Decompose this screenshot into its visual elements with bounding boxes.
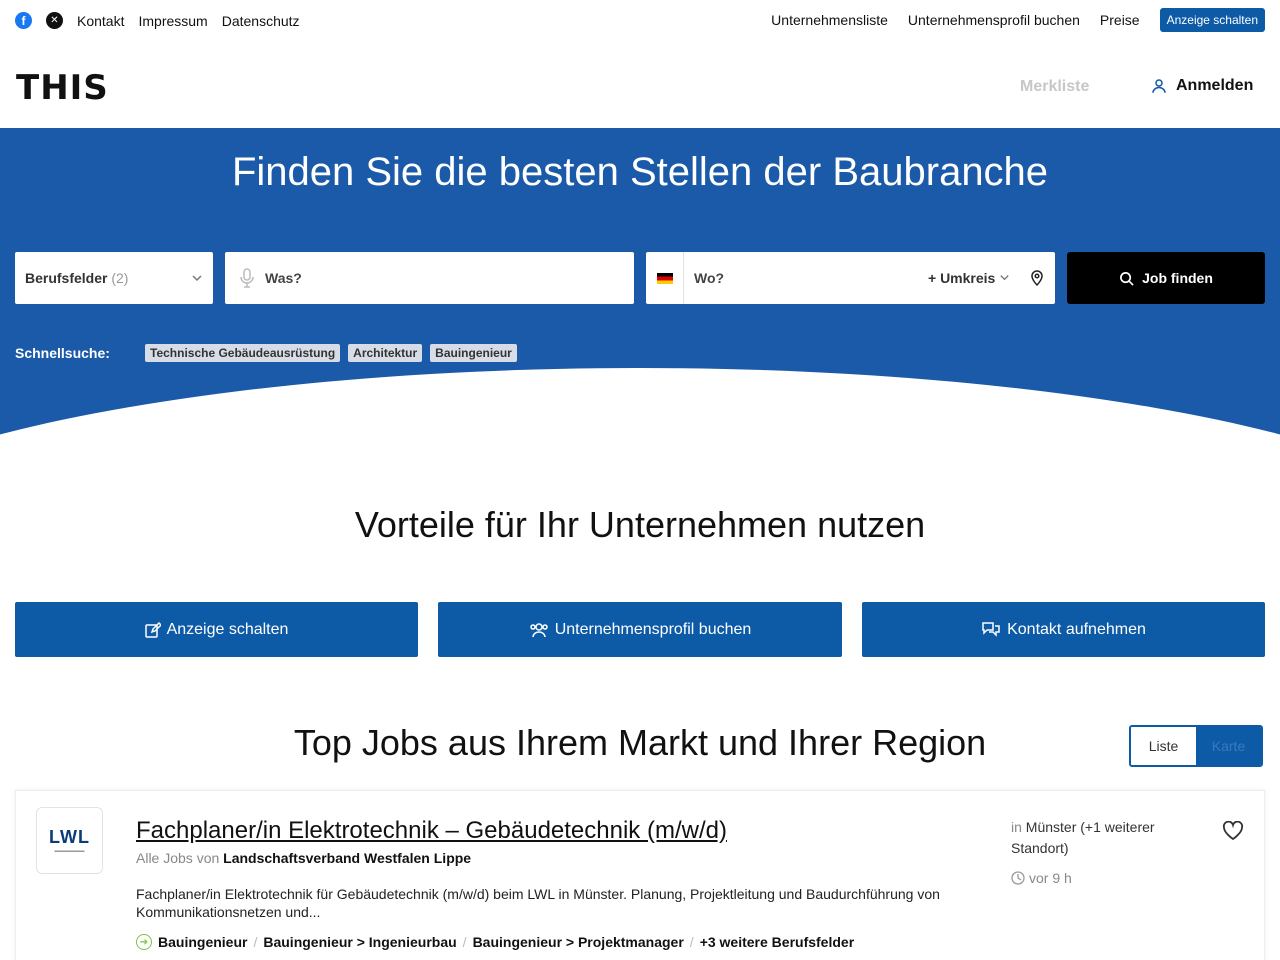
chat-icon bbox=[982, 621, 1000, 637]
chevron-down-icon bbox=[1000, 275, 1009, 281]
company-name-link[interactable]: Landschaftsverband Westfalen Lippe bbox=[223, 850, 471, 866]
job-categories: ➔ Bauingenieur / Bauingenieur > Ingenieu… bbox=[136, 934, 854, 950]
job-location: in Münster (+1 weiterer Standort) bbox=[1011, 817, 1181, 859]
chevron-down-icon bbox=[192, 275, 202, 282]
job-card[interactable]: LWL ▬▬▬▬▬▬ Fachplaner/in Elektrotechnik … bbox=[15, 790, 1265, 960]
anzeige-schalten-button[interactable]: Anzeige schalten bbox=[15, 602, 418, 657]
category-separator: / bbox=[253, 934, 258, 950]
company-logo-text: LWL bbox=[49, 827, 90, 847]
link-unternehmensprofil-buchen[interactable]: Unternehmensprofil buchen bbox=[908, 12, 1080, 28]
arrow-right-circle-icon: ➔ bbox=[136, 934, 152, 950]
job-title-link[interactable]: Fachplaner/in Elektrotechnik – Gebäudete… bbox=[136, 817, 727, 845]
main-header: THIS Merkliste Anmelden bbox=[0, 42, 1280, 128]
edit-icon bbox=[144, 621, 161, 638]
tag-architektur[interactable]: Architektur bbox=[348, 344, 423, 362]
berufsfelder-select[interactable]: Berufsfelder (2) bbox=[15, 252, 213, 304]
time-text: vor 9 h bbox=[1029, 870, 1072, 886]
country-select[interactable] bbox=[646, 252, 684, 304]
alle-jobs-link[interactable]: Alle Jobs bbox=[136, 850, 193, 866]
category-item[interactable]: Bauingenieur bbox=[158, 934, 247, 950]
umkreis-label: + Umkreis bbox=[928, 270, 996, 286]
germany-flag-icon bbox=[656, 272, 673, 284]
berufsfelder-label-wrap: Berufsfelder (2) bbox=[25, 270, 128, 286]
company-logo[interactable]: LWL ▬▬▬▬▬▬ bbox=[36, 807, 103, 874]
company-logo-subline: ▬▬▬▬▬▬ bbox=[54, 848, 85, 854]
berufsfelder-count: (2) bbox=[111, 270, 129, 286]
link-kontakt[interactable]: Kontakt bbox=[77, 13, 124, 29]
berufsfelder-label: Berufsfelder bbox=[25, 270, 108, 286]
schnellsuche-label: Schnellsuche: bbox=[15, 345, 110, 361]
top-jobs-title: Top Jobs aus Ihrem Markt und Ihrer Regio… bbox=[293, 722, 987, 763]
microphone-icon[interactable] bbox=[239, 268, 255, 288]
was-input[interactable]: Was? bbox=[225, 252, 634, 304]
hero-curve-shape bbox=[0, 368, 1280, 438]
kontakt-aufnehmen-button[interactable]: Kontakt aufnehmen bbox=[862, 602, 1265, 657]
tag-bauingenieur[interactable]: Bauingenieur bbox=[430, 344, 517, 362]
von-label: von bbox=[196, 850, 220, 866]
search-icon bbox=[1120, 271, 1134, 286]
location-pin-icon[interactable] bbox=[1030, 270, 1044, 286]
x-twitter-icon[interactable]: ✕ bbox=[46, 12, 63, 29]
schnellsuche-tags: Technische Gebäudeausrüstung Architektur… bbox=[145, 344, 517, 362]
kontakt-aufnehmen-label: Kontakt aufnehmen bbox=[1007, 620, 1146, 638]
site-logo[interactable]: THIS bbox=[16, 68, 109, 108]
job-finden-button[interactable]: Job finden bbox=[1067, 252, 1265, 304]
job-finden-label: Job finden bbox=[1142, 270, 1213, 286]
top-utility-bar: f ✕ Kontakt Impressum Datenschutz Untern… bbox=[0, 0, 1280, 42]
was-placeholder: Was? bbox=[265, 270, 302, 286]
category-item[interactable]: Bauingenieur > Projektmanager bbox=[473, 934, 684, 950]
toggle-liste[interactable]: Liste bbox=[1131, 727, 1196, 765]
job-description: Fachplaner/in Elektrotechnik für Gebäude… bbox=[136, 886, 940, 920]
category-item[interactable]: Bauingenieur > Ingenieurbau bbox=[263, 934, 456, 950]
wo-placeholder: Wo? bbox=[694, 270, 725, 286]
location-prefix: in bbox=[1011, 819, 1022, 835]
toggle-karte[interactable]: Karte bbox=[1196, 727, 1261, 765]
location-text: Münster (+1 weiterer Standort) bbox=[1011, 819, 1155, 856]
link-preise[interactable]: Preise bbox=[1100, 12, 1140, 28]
vorteile-title: Vorteile für Ihr Unternehmen nutzen bbox=[354, 504, 926, 545]
facebook-icon[interactable]: f bbox=[15, 12, 32, 29]
wo-input[interactable]: Wo? + Umkreis bbox=[646, 252, 1055, 304]
view-toggle: Liste Karte bbox=[1129, 725, 1263, 767]
anmelden-button[interactable]: Anmelden bbox=[1150, 77, 1253, 95]
unternehmensprofil-buchen-label: Unternehmensprofil buchen bbox=[554, 620, 752, 638]
anzeige-schalten-label: Anzeige schalten bbox=[166, 620, 289, 638]
link-unternehmensliste[interactable]: Unternehmensliste bbox=[771, 12, 888, 28]
hero-title: Finden Sie die besten Stellen der Baubra… bbox=[231, 150, 1049, 194]
hero-section: Finden Sie die besten Stellen der Baubra… bbox=[0, 128, 1280, 438]
umkreis-select[interactable]: + Umkreis bbox=[928, 270, 1010, 286]
category-more[interactable]: +3 weitere Berufsfelder bbox=[700, 934, 854, 950]
heart-icon[interactable] bbox=[1222, 821, 1244, 841]
merkliste-link[interactable]: Merkliste bbox=[1020, 78, 1089, 96]
job-time: vor 9 h bbox=[1011, 870, 1072, 886]
unternehmensprofil-buchen-button[interactable]: Unternehmensprofil buchen bbox=[438, 602, 842, 657]
anmelden-label: Anmelden bbox=[1176, 77, 1254, 94]
link-impressum[interactable]: Impressum bbox=[138, 13, 207, 29]
user-icon bbox=[1152, 79, 1166, 93]
category-separator: / bbox=[462, 934, 467, 950]
job-company-line: Alle Jobs von Landschaftsverband Westfal… bbox=[136, 850, 471, 866]
top-right-links: Unternehmensliste Unternehmensprofil buc… bbox=[771, 8, 1265, 32]
anzeige-schalten-top-button[interactable]: Anzeige schalten bbox=[1159, 8, 1265, 32]
top-left-links: f ✕ Kontakt Impressum Datenschutz bbox=[15, 12, 300, 29]
clock-icon bbox=[1011, 871, 1025, 885]
tag-technische-gebaeudeausruestung[interactable]: Technische Gebäudeausrüstung bbox=[145, 344, 341, 362]
users-icon bbox=[529, 622, 548, 637]
link-datenschutz[interactable]: Datenschutz bbox=[222, 13, 300, 29]
category-separator: / bbox=[689, 934, 694, 950]
